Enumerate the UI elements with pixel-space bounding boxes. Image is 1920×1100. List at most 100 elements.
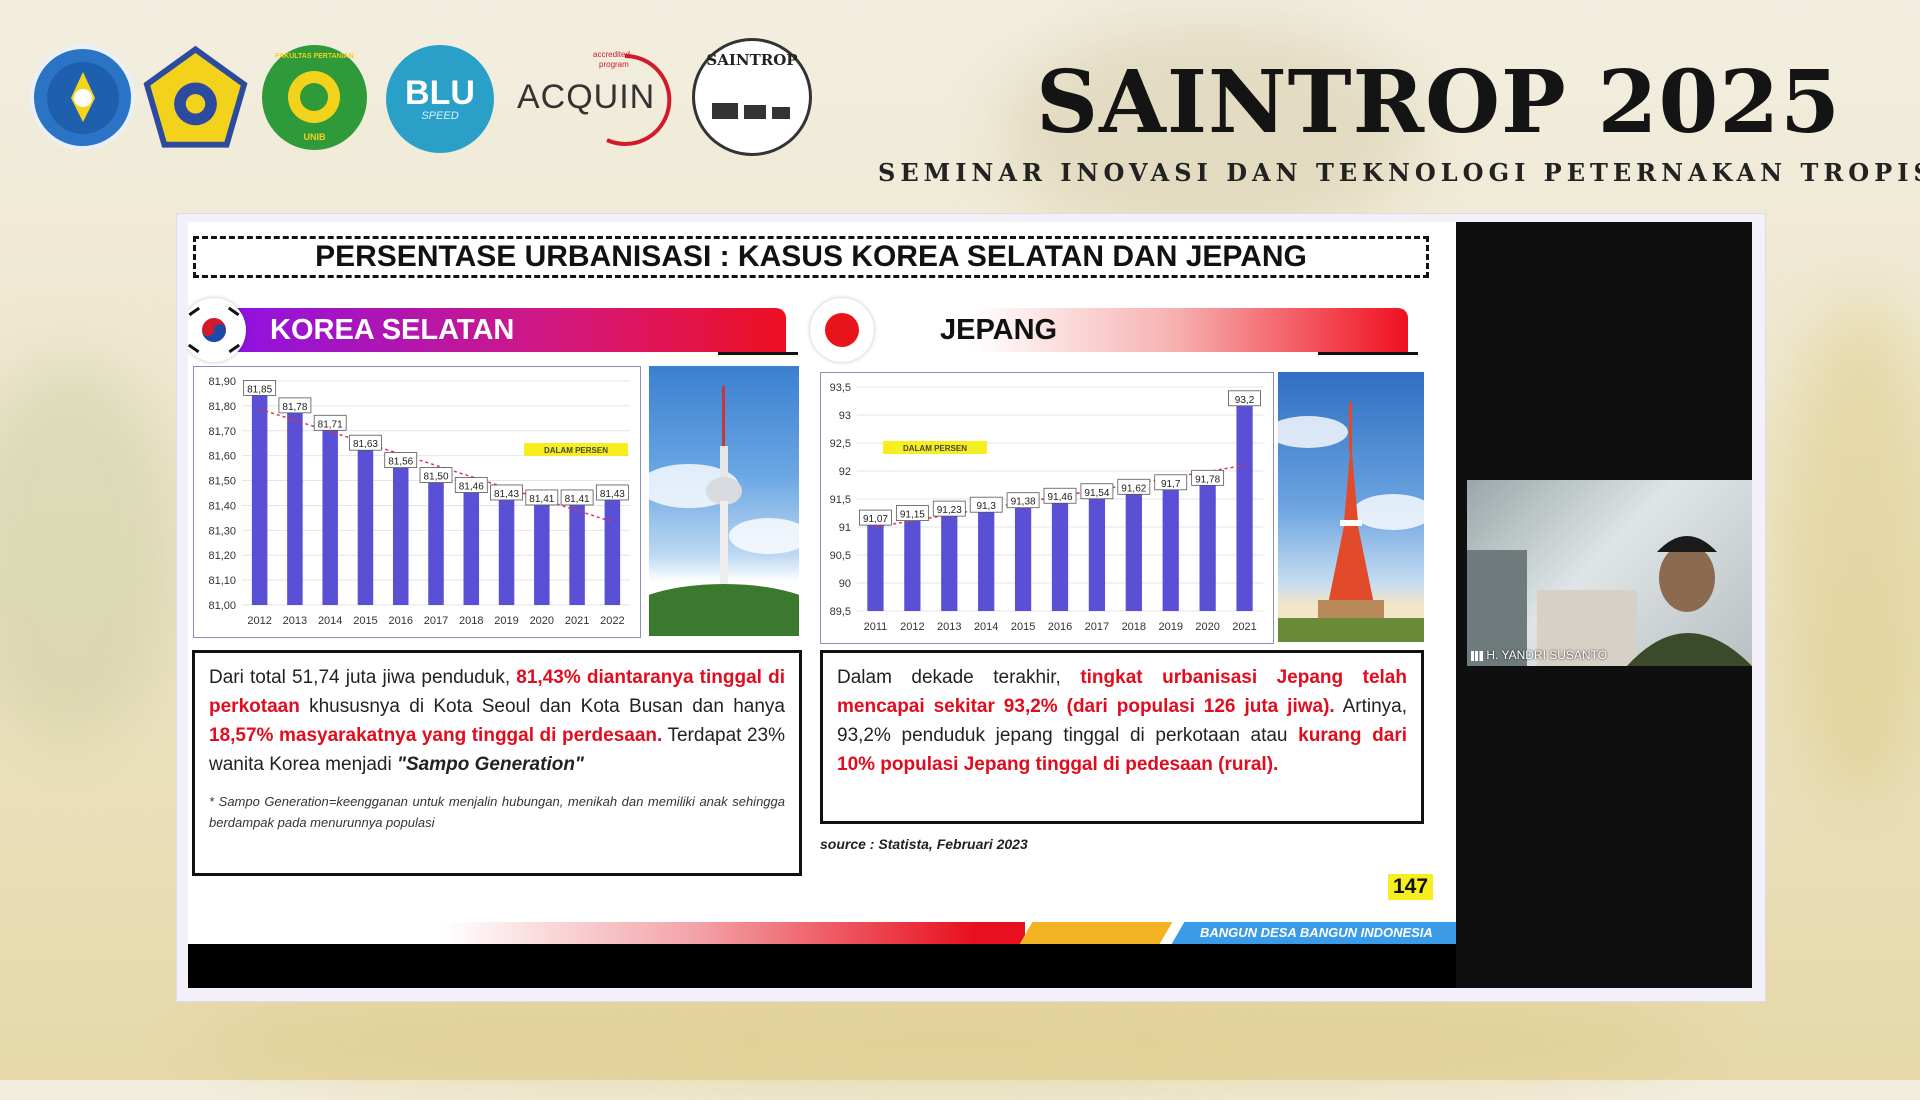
footer-tagline: BANGUN DESA BANGUN INDONESIA bbox=[1200, 925, 1433, 940]
page-number: 147 bbox=[1388, 874, 1434, 900]
korea-title: KOREA SELATAN bbox=[270, 314, 515, 346]
data-label: 91,78 bbox=[1195, 474, 1220, 485]
pentagon-emblem-icon bbox=[143, 45, 248, 148]
bar-2021 bbox=[1236, 403, 1253, 611]
y-tick-label: 91 bbox=[839, 522, 851, 534]
bar-2012 bbox=[904, 518, 921, 611]
data-label: 81,46 bbox=[459, 482, 484, 493]
x-tick-label: 2016 bbox=[1048, 621, 1072, 633]
acquin-text: ACQUIN bbox=[517, 78, 656, 116]
presentation-slide: PERSENTASE URBANISASI : KASUS KOREA SELA… bbox=[188, 222, 1456, 988]
x-tick-label: 2014 bbox=[974, 621, 998, 633]
tut-wuri-handayani-icon bbox=[46, 61, 119, 134]
x-tick-label: 2013 bbox=[283, 615, 307, 627]
korea-text-sampo: "Sampo Generation" bbox=[397, 754, 584, 775]
data-label: 91,07 bbox=[863, 514, 888, 525]
data-label: 81,78 bbox=[282, 402, 307, 413]
data-label: 91,15 bbox=[900, 510, 925, 521]
y-tick-label: 81,40 bbox=[208, 500, 236, 512]
bar-2011 bbox=[867, 523, 884, 611]
japan-text-1: Dalam dekade terakhir, bbox=[837, 667, 1081, 688]
y-tick-label: 91,5 bbox=[830, 494, 851, 506]
x-tick-label: 2018 bbox=[459, 615, 483, 627]
acquin-logo: accredited program ACQUIN bbox=[515, 48, 680, 148]
saintrop-logo-text: SAINTROP bbox=[706, 51, 798, 69]
x-tick-label: 2015 bbox=[353, 615, 377, 627]
bar-2018 bbox=[1125, 492, 1142, 611]
participant-name-label: H. YANDRI SUSANTO bbox=[1486, 648, 1608, 662]
bar-2021 bbox=[569, 502, 585, 605]
conference-subtitle: SEMINAR INOVASI DAN TEKNOLOGI PETERNAKAN… bbox=[878, 158, 1920, 187]
data-label: 91,3 bbox=[976, 501, 996, 512]
bar-2016 bbox=[1051, 501, 1069, 611]
x-tick-label: 2011 bbox=[864, 621, 888, 633]
data-label: 91,38 bbox=[1011, 497, 1036, 508]
x-tick-label: 2017 bbox=[424, 615, 448, 627]
background-blob bbox=[0, 360, 180, 740]
participant-video-tile[interactable]: H. YANDRI SUSANTO bbox=[1467, 480, 1752, 666]
bar-2014 bbox=[978, 510, 995, 611]
bar-2015 bbox=[357, 448, 374, 605]
data-label: 81,41 bbox=[529, 494, 554, 505]
speaker-video-feed bbox=[1467, 536, 1752, 666]
background-blob bbox=[1780, 300, 1920, 800]
blu-speed-logo: BLU SPEED bbox=[386, 45, 494, 153]
korea-urbanization-chart: 81,90 81,80 81,70 81,60 81,50 81,40 81,30 81,20… bbox=[193, 366, 641, 638]
y-tick-label: 90,5 bbox=[830, 550, 851, 562]
legend-badge-label: DALAM PERSEN bbox=[544, 446, 608, 455]
conference-header: FAKULTAS PERTANIAN UNIB BLU SPEED accred… bbox=[0, 0, 1920, 205]
data-label: 91,54 bbox=[1084, 488, 1109, 499]
data-label: 81,50 bbox=[423, 472, 448, 483]
data-label: 81,85 bbox=[247, 384, 272, 395]
blu-text: BLU bbox=[405, 74, 475, 112]
tokyo-tower-photo bbox=[1278, 372, 1424, 642]
bar-2018 bbox=[463, 490, 480, 605]
x-tick-label: 2020 bbox=[1195, 621, 1219, 633]
bar-2012 bbox=[251, 393, 268, 605]
y-tick-label: 93 bbox=[839, 410, 851, 422]
participant-name: H. YANDRI SUSANTO bbox=[1471, 648, 1607, 662]
bar-2019 bbox=[1162, 487, 1179, 611]
korea-flag-icon bbox=[188, 298, 246, 362]
japan-title: JEPANG bbox=[940, 314, 1058, 346]
bar-2017 bbox=[428, 480, 444, 605]
korea-header-bar: KOREA SELATAN bbox=[210, 308, 786, 352]
y-tick-label: 81,90 bbox=[208, 376, 236, 388]
x-tick-label: 2012 bbox=[900, 621, 924, 633]
blu-sub-text: SPEED bbox=[421, 110, 459, 122]
data-label: 91,7 bbox=[1161, 479, 1181, 490]
data-label: 91,23 bbox=[937, 505, 962, 516]
data-label: 81,41 bbox=[565, 494, 590, 505]
x-tick-label: 2017 bbox=[1085, 621, 1109, 633]
footer-black-bar bbox=[188, 944, 1456, 988]
y-tick-label: 81,80 bbox=[208, 401, 236, 413]
faculty-label: FAKULTAS PERTANIAN bbox=[275, 53, 354, 60]
bar-2013 bbox=[287, 410, 303, 605]
korea-text-1: Dari total 51,74 juta jiwa penduduk, bbox=[209, 667, 517, 688]
data-label: 93,2 bbox=[1235, 395, 1255, 406]
japan-urbanization-chart: 93,5 93 92,5 92 91,5 91 90,5 90 89,5 2011 2012 2013… bbox=[820, 372, 1274, 644]
bar-2020 bbox=[534, 502, 550, 605]
bar-2016 bbox=[392, 465, 409, 605]
data-label: 81,43 bbox=[600, 489, 625, 500]
x-tick-label: 2016 bbox=[388, 615, 412, 627]
slide-title: PERSENTASE URBANISASI : KASUS KOREA SELA… bbox=[193, 236, 1429, 278]
data-label: 81,56 bbox=[388, 457, 413, 468]
japan-header-bar: JEPANG bbox=[828, 308, 1408, 352]
saintrop-logo: SAINTROP bbox=[692, 38, 812, 156]
tokyo-tower-icon bbox=[1278, 402, 1424, 642]
y-tick-label: 81,10 bbox=[208, 575, 236, 587]
korea-text-highlight-2: 18,57% masyarakatnya yang tinggal di per… bbox=[209, 725, 663, 746]
y-tick-label: 81,20 bbox=[208, 550, 236, 562]
japan-flag-icon bbox=[810, 298, 874, 362]
japan-chart-svg: 93,5 93 92,5 92 91,5 91 90,5 90 89,5 2011 2012 2013… bbox=[830, 382, 1263, 633]
bar-2013 bbox=[941, 514, 958, 611]
x-tick-label: 2019 bbox=[494, 615, 518, 627]
acquin-top-text: accredited bbox=[593, 50, 630, 59]
fakultas-pertanian-logo: FAKULTAS PERTANIAN UNIB bbox=[262, 45, 367, 150]
faculty-bottom-label: UNIB bbox=[303, 132, 326, 142]
y-tick-label: 90 bbox=[839, 578, 851, 590]
source-citation: source : Statista, Februari 2023 bbox=[820, 836, 1028, 852]
korea-text-2: khususnya di Kota Seoul dan Kota Busan d… bbox=[299, 696, 785, 717]
x-tick-label: 2021 bbox=[1232, 621, 1256, 633]
